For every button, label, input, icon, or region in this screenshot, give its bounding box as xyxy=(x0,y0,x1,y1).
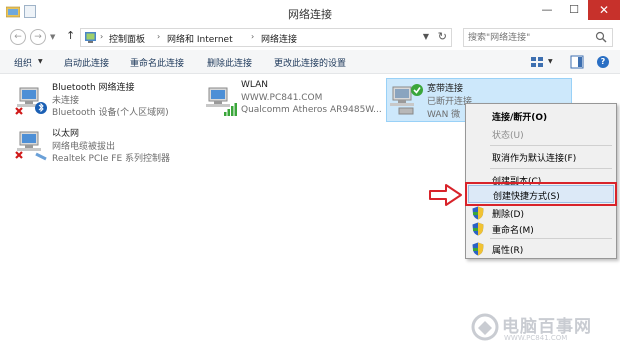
menu-item-status: 状态(U) xyxy=(468,125,614,143)
back-button[interactable]: ← xyxy=(10,29,26,45)
menu-item-label: 连接/断开(O) xyxy=(492,113,548,123)
menu-item-label: 取消作为默认连接(F) xyxy=(492,154,577,164)
search-icon[interactable] xyxy=(595,31,607,43)
connection-status: WWW.PC841.COM xyxy=(241,93,323,103)
connection-name: 宽带连接 xyxy=(427,84,464,94)
uac-shield-icon xyxy=(472,206,484,220)
breadcrumb-network-internet[interactable]: 网络和 Internet xyxy=(167,32,233,45)
breadcrumb-control-panel[interactable]: 控制面板 xyxy=(109,32,145,45)
highlight-callout-box xyxy=(465,182,617,206)
context-menu: 连接/断开(O) 状态(U) 取消作为默认连接(F) 创建副本(C) 创建快捷方… xyxy=(465,103,617,259)
connection-name: Bluetooth 网络连接 xyxy=(52,83,135,93)
menu-item-label: 删除(D) xyxy=(492,210,524,220)
preview-pane-icon[interactable] xyxy=(570,55,584,69)
menu-item-properties[interactable]: 属性(R) xyxy=(468,240,614,258)
bluetooth-network-icon xyxy=(15,87,47,115)
address-bar[interactable]: › 控制面板 › 网络和 Internet › 网络连接 ▼ ↻ xyxy=(80,28,452,47)
connection-device: Realtek PCIe FE 系列控制器 xyxy=(52,154,171,164)
connection-item-wlan[interactable]: WLAN WWW.PC841.COM Qualcomm Atheros AR94… xyxy=(203,80,382,120)
change-settings-button[interactable]: 更改此连接的设置 xyxy=(274,56,346,69)
navigation-bar: ← → ▼ ↑ › 控制面板 › 网络和 Internet › 网络连接 ▼ ↻ xyxy=(0,24,620,50)
window-title: 网络连接 xyxy=(288,8,332,21)
menu-separator xyxy=(490,168,612,169)
breadcrumb-separator: › xyxy=(100,32,104,41)
search-input[interactable] xyxy=(468,31,592,44)
connection-name: WLAN xyxy=(241,80,269,90)
change-view-icon[interactable] xyxy=(530,55,544,69)
close-button[interactable]: ✕ xyxy=(588,0,620,20)
watermark-url: WWW.PC841.COM xyxy=(504,334,568,342)
view-dropdown-icon[interactable]: ▼ xyxy=(548,58,553,65)
ethernet-network-icon xyxy=(15,131,47,161)
wifi-network-icon xyxy=(206,87,237,116)
connection-device: Qualcomm Atheros AR9485W... xyxy=(241,105,382,115)
organize-dropdown-icon[interactable]: ▼ xyxy=(38,58,43,65)
search-box[interactable] xyxy=(463,28,613,47)
menu-item-connect-disconnect[interactable]: 连接/断开(O) xyxy=(468,107,614,125)
address-dropdown-icon[interactable]: ▼ xyxy=(423,32,429,41)
menu-item-label: 属性(R) xyxy=(492,246,524,256)
connection-device: WAN 微 xyxy=(427,110,461,120)
connection-name: 以太网 xyxy=(52,129,80,139)
maximize-button[interactable]: ☐ xyxy=(561,0,587,20)
refresh-icon[interactable]: ↻ xyxy=(438,30,447,43)
minimize-button[interactable]: — xyxy=(534,0,560,20)
watermark-logo-icon xyxy=(471,313,499,341)
title-bar: 网络连接 — ☐ ✕ xyxy=(0,0,620,24)
menu-item-rename[interactable]: 重命名(M) xyxy=(468,220,614,238)
recent-locations-dropdown[interactable]: ▼ xyxy=(50,33,55,41)
connection-item-bluetooth[interactable]: Bluetooth 网络连接 未连接 Bluetooth 设备(个人区域网) xyxy=(14,80,214,120)
forward-button[interactable]: → xyxy=(30,29,46,45)
breadcrumb-separator[interactable]: › xyxy=(157,32,160,41)
broadband-network-icon xyxy=(390,84,423,115)
uac-shield-icon xyxy=(472,222,484,236)
connection-device: Bluetooth 设备(个人区域网) xyxy=(52,108,169,118)
help-icon[interactable]: ? xyxy=(597,56,609,68)
up-button[interactable]: ↑ xyxy=(66,29,75,42)
delete-connection-button[interactable]: 删除此连接 xyxy=(207,56,252,69)
start-connection-button[interactable]: 启动此连接 xyxy=(64,56,109,69)
breadcrumb-network-connections[interactable]: 网络连接 xyxy=(261,32,297,45)
watermark: 电脑百事网 WWW.PC841.COM xyxy=(470,310,615,346)
organize-menu[interactable]: 组织 xyxy=(14,56,32,69)
menu-separator xyxy=(490,238,612,239)
menu-item-label: 状态(U) xyxy=(492,131,524,141)
red-arrow-icon xyxy=(429,184,462,206)
uac-shield-icon xyxy=(472,242,484,256)
breadcrumb-separator[interactable]: › xyxy=(251,32,254,41)
control-panel-icon xyxy=(85,32,96,43)
connection-item-ethernet[interactable]: 以太网 网络电缆被拔出 Realtek PCIe FE 系列控制器 xyxy=(14,126,214,166)
menu-item-cancel-default[interactable]: 取消作为默认连接(F) xyxy=(468,148,614,166)
rename-connection-button[interactable]: 重命名此连接 xyxy=(130,56,184,69)
menu-separator xyxy=(490,145,612,146)
command-bar: 组织 ▼ 启动此连接 重命名此连接 删除此连接 更改此连接的设置 ▼ ? xyxy=(0,50,620,74)
menu-item-label: 重命名(M) xyxy=(492,226,534,236)
